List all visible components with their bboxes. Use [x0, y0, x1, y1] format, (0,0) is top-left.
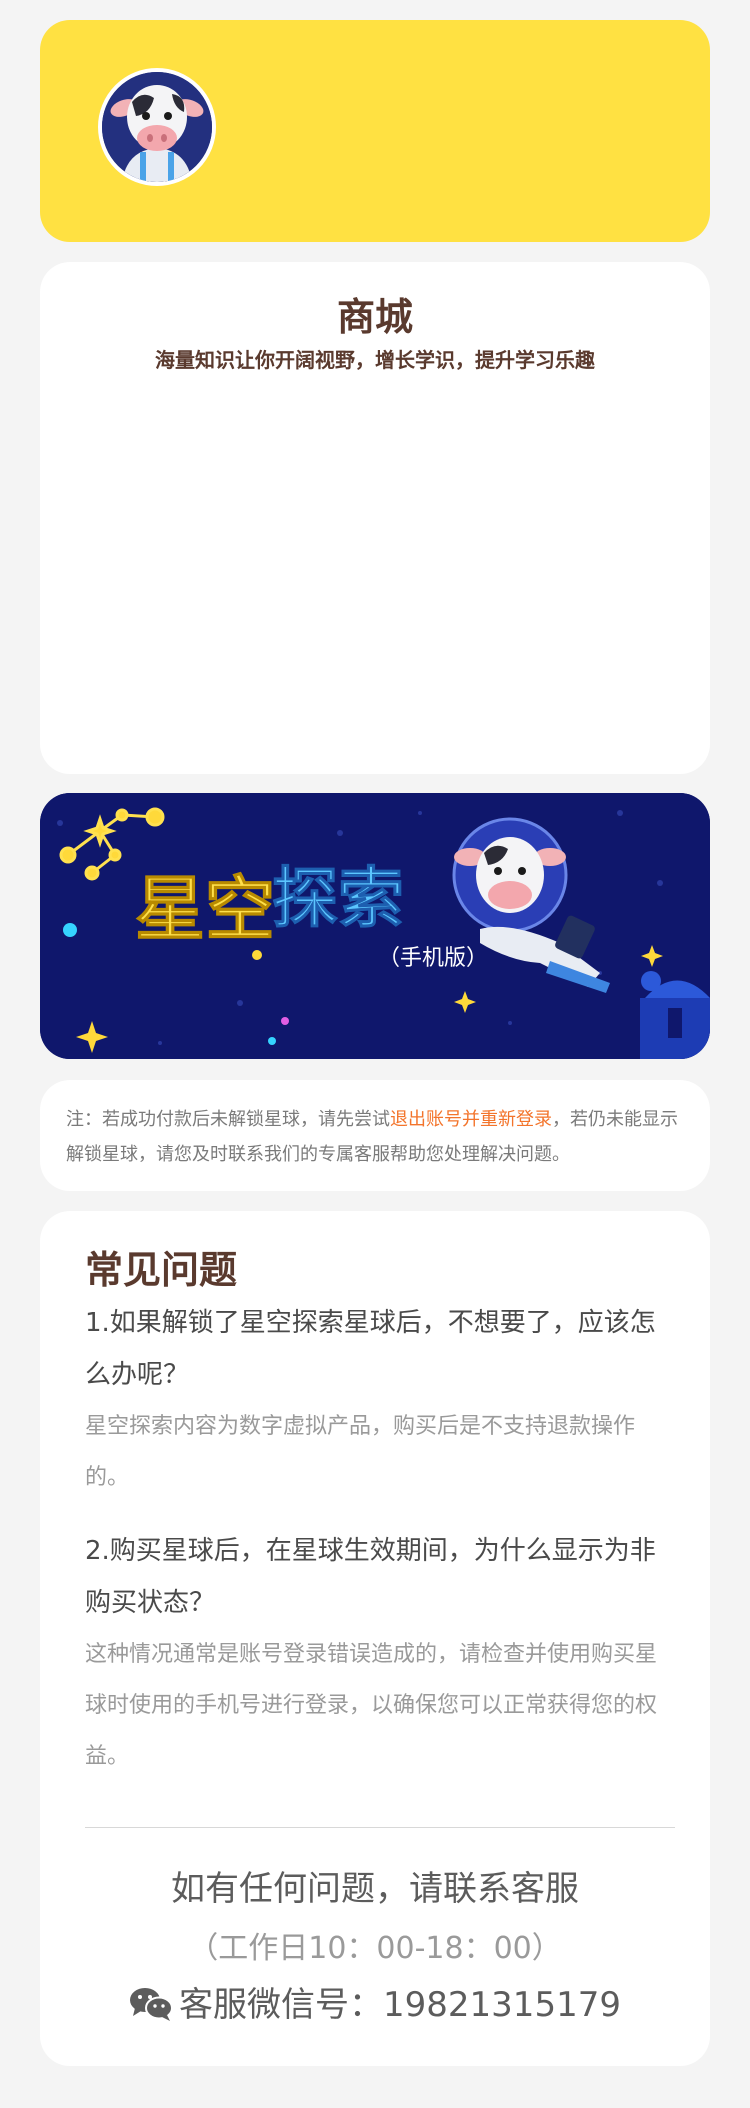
banner-edition-label: （手机版） — [378, 946, 488, 971]
wechat-icon — [130, 1988, 174, 2021]
faq-question: 2.购买星球后，在星球生效期间，为什么显示为非购买状态？ — [85, 1536, 656, 1618]
faq-item: 2.购买星球后，在星球生效期间，为什么显示为非购买状态？ 这种情况通常是账号登录… — [85, 1525, 665, 1782]
logout-relogin-link[interactable]: 退出账号并重新登录 — [390, 1109, 552, 1130]
faq-item: 1.如果解锁了星空探索星球后，不想要了，应该怎么办呢？ 星空探索内容为数字虚拟产… — [85, 1297, 665, 1503]
note-text-before: 注：若成功付款后未解锁星球，请先尝试 — [66, 1109, 390, 1130]
avatar[interactable] — [98, 68, 216, 186]
cow-avatar-icon — [102, 72, 212, 182]
star-explore-banner[interactable]: 星空 探索 （手机版） — [40, 793, 710, 1059]
faq-list: 1.如果解锁了星空探索星球后，不想要了，应该怎么办呢？ 星空探索内容为数字虚拟产… — [85, 1297, 665, 1804]
faq-card: 常见问题 1.如果解锁了星空探索星球后，不想要了，应该怎么办呢？ 星空探索内容为… — [40, 1211, 710, 2066]
shop-subtitle: 海量知识让你开阔视野，增长学识，提升学习乐趣 — [155, 348, 595, 372]
contact-title: 如有任何问题，请联系客服 — [171, 1869, 579, 1909]
faq-heading: 常见问题 — [85, 1248, 238, 1292]
wechat-id[interactable]: 19821315179 — [383, 1985, 621, 2025]
unlock-note-text: 注：若成功付款后未解锁星球，请先尝试退出账号并重新登录，若仍未能显示解锁星球，请… — [66, 1102, 688, 1172]
shop-title: 商城 — [336, 295, 413, 339]
shop-card: 商城 海量知识让你开阔视野，增长学识，提升学习乐趣 — [40, 262, 710, 774]
faq-question: 1.如果解锁了星空探索星球后，不想要了，应该怎么办呢？ — [85, 1308, 656, 1390]
faq-answer: 星空探索内容为数字虚拟产品，购买后是不支持退款操作的。 — [85, 1414, 636, 1490]
unlock-note-card: 注：若成功付款后未解锁星球，请先尝试退出账号并重新登录，若仍未能显示解锁星球，请… — [40, 1080, 710, 1191]
wechat-contact[interactable]: 客服微信号：19821315179 — [40, 1977, 710, 2026]
wechat-label: 客服微信号： — [179, 1985, 384, 2025]
banner-title-part1: 星空 — [135, 868, 275, 950]
faq-answer: 这种情况通常是账号登录错误造成的，请检查并使用购买星球时使用的手机号进行登录，以… — [85, 1642, 658, 1769]
profile-header — [40, 20, 710, 242]
divider — [85, 1827, 675, 1828]
banner-title-part2: 探索 — [272, 860, 404, 937]
contact-hours: （工作日10：00-18：00） — [188, 1931, 562, 1966]
